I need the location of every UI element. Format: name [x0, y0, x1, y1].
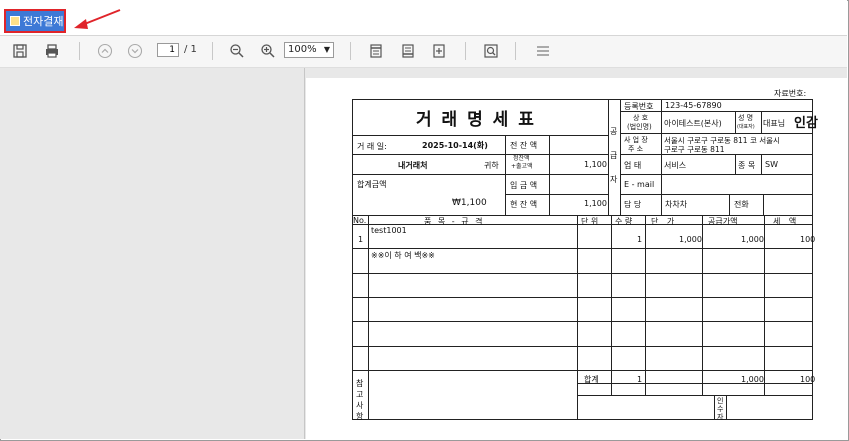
company-seal: 인감 [794, 116, 818, 131]
company-name: 아이테스트(본사) [664, 119, 722, 128]
document-viewer[interactable]: 자료번호: 거 래 명 세 표 거 래 일: 2025-10-14(화) 전 잔… [0, 68, 847, 439]
manager-label: 담 당 [624, 200, 642, 209]
document-title: 거 래 명 세 표 [416, 110, 536, 130]
viewer-divider [304, 68, 305, 439]
previous-page-icon[interactable] [95, 41, 115, 61]
email-label: E - mail [624, 180, 655, 189]
name-label-bottom: (대표자) [737, 124, 755, 130]
manager-name: 차차차 [665, 200, 688, 209]
representative: 대표님 [763, 119, 786, 128]
print-icon[interactable] [42, 41, 62, 61]
zoom-out-icon[interactable] [227, 41, 247, 61]
total-label-top: 정잔액 [513, 155, 530, 162]
row-item: test1001 [371, 226, 407, 235]
sum-label: 합계금액 [357, 180, 387, 189]
client-name: 내거래처 [398, 161, 428, 170]
document-page: 자료번호: 거 래 명 세 표 거 래 일: 2025-10-14(화) 전 잔… [306, 78, 847, 439]
company-label-bottom: (법인명) [627, 123, 652, 131]
col-qty: 수 량 [615, 217, 633, 226]
blank-note: ※※이 하 여 백※※ [371, 251, 435, 260]
save-icon[interactable] [10, 41, 30, 61]
phone-label: 전화 [734, 200, 749, 209]
business-type: 서비스 [664, 161, 687, 170]
remarks-vlabel-3: 사 [356, 401, 364, 410]
page-number-input[interactable]: 1 [157, 43, 179, 57]
col-tax: 세 액 [773, 217, 800, 226]
first-page-icon[interactable] [366, 41, 386, 61]
toolbar-separator [212, 42, 213, 60]
zoom-in-icon[interactable] [258, 41, 278, 61]
zoom-select[interactable]: 100% ▼ [284, 42, 334, 58]
row-supply: 1,000 [741, 235, 764, 244]
col-unit: 단 위 [581, 217, 599, 226]
ref-number-label: 자료번호: [774, 89, 807, 98]
date-label: 거 래 일: [357, 142, 387, 151]
supplier-vlabel-2: 급 [610, 151, 618, 160]
item-type: SW [765, 160, 778, 169]
red-arrow-annotation [74, 9, 121, 29]
supplier-vlabel-3: 자 [610, 175, 618, 184]
col-supply: 공급가액 [708, 217, 738, 226]
total-label-bottom: +출고액 [511, 163, 533, 170]
toolbar-separator [350, 42, 351, 60]
toolbar-separator [79, 42, 80, 60]
menu-icon[interactable] [533, 41, 553, 61]
date-value: 2025-10-14(화) [422, 141, 488, 150]
item-type-label: 종 목 [738, 161, 756, 170]
find-icon[interactable] [481, 41, 501, 61]
e-approval-button[interactable]: 전자결재 [4, 9, 66, 33]
col-price: 단 가 [651, 217, 678, 226]
row-tax: 100 [800, 235, 816, 244]
business-type-label: 업 태 [624, 161, 642, 170]
col-no: No. [353, 216, 367, 225]
address-label-bottom: 주 소 [628, 145, 644, 153]
page-total: / 1 [184, 44, 197, 55]
viewer-toolbar: 1 / 1 100% ▼ [0, 36, 847, 68]
client-suffix: 귀하 [484, 161, 499, 170]
approval-icon [10, 16, 20, 26]
balance-label: 현 잔 액 [510, 200, 538, 209]
toolbar-separator [515, 42, 516, 60]
sum-value: ₩1,100 [452, 198, 487, 208]
top-bar: 전자결재 [0, 0, 847, 36]
col-item: 품 목 - 규 격 [424, 217, 485, 226]
row-price: 1,000 [679, 235, 702, 244]
row-no: 1 [358, 235, 364, 244]
reg-no: 123-45-67890 [665, 101, 722, 110]
total-value: 1,100 [584, 160, 607, 169]
e-approval-label: 전자결재 [23, 15, 64, 28]
supplier-vlabel-1: 공 [610, 127, 618, 136]
receiver-vlabel-3: 자 [717, 413, 724, 421]
last-page-icon[interactable] [398, 41, 418, 61]
balance-value: 1,100 [584, 199, 607, 208]
toolbar-separator [465, 42, 466, 60]
prev-balance-label: 전 잔 액 [510, 141, 538, 150]
row-qty: 1 [637, 235, 643, 244]
transaction-statement: 자료번호: 거 래 명 세 표 거 래 일: 2025-10-14(화) 전 잔… [306, 78, 847, 439]
zoom-value: 100% [288, 44, 317, 55]
remarks-vlabel-1: 참 [356, 379, 364, 388]
remarks-vlabel-2: 고 [356, 390, 364, 399]
remarks-vlabel-4: 항 [356, 412, 364, 421]
chevron-down-icon: ▼ [323, 45, 330, 54]
export-page-icon[interactable] [429, 41, 449, 61]
next-page-icon[interactable] [125, 41, 145, 61]
deposit-label: 입 금 액 [510, 181, 538, 190]
name-label-top: 성 명 [738, 114, 754, 122]
